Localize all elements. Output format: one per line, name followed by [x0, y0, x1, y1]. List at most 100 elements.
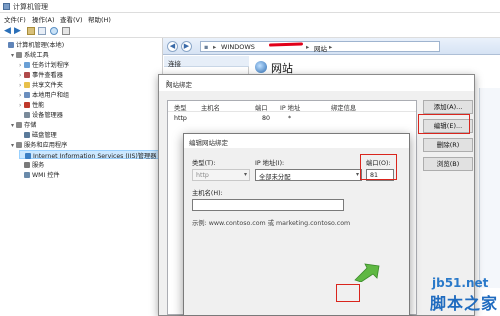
- address-root: WINDOWS: [221, 43, 255, 51]
- show-tree-icon[interactable]: [38, 27, 46, 35]
- help-icon[interactable]: [50, 27, 58, 35]
- tree-item[interactable]: › 任务计划程序: [19, 60, 69, 69]
- tree-item[interactable]: 设备管理器: [19, 110, 63, 119]
- menu-view[interactable]: 查看(V): [60, 14, 83, 24]
- services-icon: [16, 142, 22, 148]
- up-folder-icon[interactable]: [27, 27, 35, 35]
- binding-type: http: [174, 115, 187, 122]
- menu-bar: 文件(F) 操作(A) 查看(V) 帮助(H): [0, 13, 500, 24]
- col-info[interactable]: 绑定信息: [331, 103, 356, 112]
- site-bindings-titlebar: 网站绑定 ?: [159, 75, 474, 91]
- menu-help[interactable]: 帮助(H): [88, 14, 111, 24]
- tree-item-label: 性能: [32, 102, 45, 109]
- address-bar: ◀ ▶ ▪ ▸ WINDOWS ▸ 网站 ▸: [163, 38, 500, 55]
- type-select: http ▾: [192, 169, 250, 181]
- tree-item-label: WMI 控件: [32, 172, 60, 179]
- col-host[interactable]: 主机名: [201, 103, 220, 112]
- actions-panel: [479, 88, 500, 288]
- menu-file[interactable]: 文件(F): [4, 14, 26, 24]
- col-ip[interactable]: IP 地址: [280, 103, 300, 112]
- address-crumb[interactable]: 网站: [314, 43, 327, 53]
- tree-item[interactable]: ▾ 存储: [11, 120, 36, 129]
- computer-icon: [8, 42, 14, 48]
- iis-icon: [25, 153, 31, 159]
- port-label: 端口(O):: [366, 160, 391, 167]
- navigation-tree: 计算机管理(本地) ▾ 系统工具 › 任务计划程序 › 事件查看器 › 共享文件夹 › 本地用户和组…: [0, 38, 163, 316]
- hostname-example: 示例: www.contoso.com 或 marketing.contoso.…: [192, 220, 351, 227]
- type-label: 类型(T):: [192, 160, 216, 167]
- hostname-input[interactable]: [192, 199, 344, 211]
- users-icon: [24, 92, 30, 98]
- device-icon: [24, 112, 30, 118]
- chevron-down-icon: ▾: [355, 171, 359, 178]
- binding-row[interactable]: http 80 *: [168, 113, 416, 124]
- tree-item-label: 本地用户和组: [32, 92, 70, 99]
- watermark-domain: jb51.net: [432, 276, 489, 290]
- address-field[interactable]: ▪ ▸ WINDOWS ▸ 网站 ▸: [200, 41, 440, 53]
- computer-management-icon: [3, 3, 10, 10]
- remove-binding-button[interactable]: 删除(R): [423, 138, 473, 152]
- col-type[interactable]: 类型: [174, 103, 187, 112]
- tree-item-label: 系统工具: [24, 52, 49, 59]
- tree-item-label: 存储: [24, 122, 37, 129]
- hostname-label: 主机名(H):: [192, 190, 223, 197]
- back-button[interactable]: ◀: [167, 41, 178, 52]
- window-title: 计算机管理: [13, 3, 48, 11]
- browse-binding-button[interactable]: 浏览(B): [423, 157, 473, 171]
- bindings-list-header: 类型 主机名 端口 IP 地址 绑定信息: [168, 101, 416, 112]
- back-arrow-icon[interactable]: ◀: [4, 27, 12, 36]
- wmi-icon: [24, 172, 30, 178]
- edit-binding-titlebar: 编辑网站绑定: [184, 134, 409, 148]
- forward-button[interactable]: ▶: [181, 41, 192, 52]
- chevron-down-icon: ▾: [243, 171, 247, 178]
- sites-globe-icon: [255, 61, 267, 73]
- close-icon[interactable]: ?: [166, 79, 468, 87]
- address-root-icon: ▪: [204, 43, 209, 51]
- tree-item[interactable]: Internet Information Services (IIS)管理器: [19, 150, 160, 160]
- tree-item[interactable]: 磁盘管理: [19, 130, 57, 139]
- forward-arrow-icon[interactable]: ▶: [14, 27, 22, 36]
- tools-icon: [16, 52, 22, 58]
- tree-item[interactable]: 服务: [19, 160, 44, 169]
- properties-icon[interactable]: [62, 27, 70, 35]
- tree-item-label: 磁盘管理: [32, 132, 57, 139]
- tree-item[interactable]: › 事件查看器: [19, 70, 63, 79]
- storage-icon: [16, 122, 22, 128]
- edit-binding-button[interactable]: 编辑(E)...: [423, 119, 473, 133]
- ip-select[interactable]: 全部未分配 ▾: [255, 169, 362, 181]
- tree-item-label: 计算机管理(本地): [16, 42, 65, 49]
- toolbar: ◀ ▶: [0, 24, 500, 38]
- add-binding-button[interactable]: 添加(A)...: [423, 100, 473, 114]
- tree-item[interactable]: 计算机管理(本地): [3, 40, 64, 49]
- redaction-mark: [268, 42, 304, 47]
- menu-action[interactable]: 操作(A): [32, 14, 55, 24]
- pointer-arrow-icon: [354, 263, 380, 282]
- tree-item[interactable]: WMI 控件: [19, 170, 60, 179]
- watermark-name: 脚本之家: [430, 294, 499, 313]
- disk-icon: [24, 132, 30, 138]
- tree-item-label: 服务和应用程序: [24, 142, 68, 149]
- tree-item[interactable]: › 本地用户和组: [19, 90, 69, 99]
- col-port[interactable]: 端口: [255, 103, 268, 112]
- tree-item[interactable]: › 共享文件夹: [19, 80, 63, 89]
- tree-item-label: 事件查看器: [32, 72, 63, 79]
- port-input[interactable]: 81: [366, 169, 394, 181]
- tree-item-label: 设备管理器: [32, 112, 63, 119]
- tree-item[interactable]: › 性能: [19, 100, 44, 109]
- gear-icon: [24, 162, 30, 168]
- window-titlebar: 计算机管理: [0, 0, 500, 13]
- folder-icon: [24, 82, 30, 88]
- edit-binding-title: 编辑网站绑定: [189, 139, 228, 147]
- edit-binding-dialog: 编辑网站绑定 类型(T): http ▾ IP 地址(I): 全部未分配 ▾ 端…: [183, 133, 410, 316]
- tree-item-label: Internet Information Services (IIS)管理器: [33, 153, 157, 160]
- connections-heading: 连接: [164, 56, 249, 68]
- event-icon: [24, 72, 30, 78]
- tree-item[interactable]: ▾ 系统工具: [11, 50, 49, 59]
- ip-label: IP 地址(I):: [255, 160, 285, 167]
- tree-item-label: 任务计划程序: [32, 62, 70, 69]
- binding-port: 80: [262, 115, 271, 122]
- binding-ip: *: [288, 115, 292, 122]
- tree-item-label: 共享文件夹: [32, 82, 63, 89]
- tree-item[interactable]: ▾ 服务和应用程序: [11, 140, 67, 149]
- clock-icon: [24, 62, 30, 68]
